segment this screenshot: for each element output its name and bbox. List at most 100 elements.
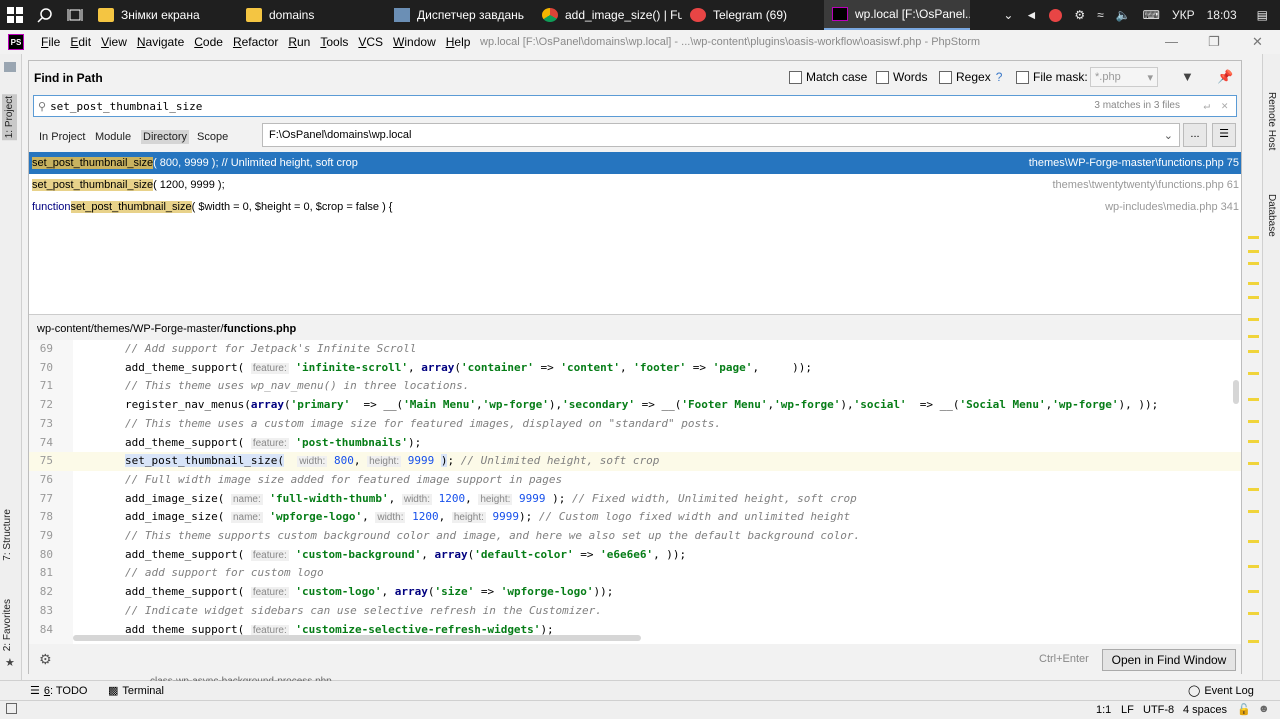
menu-refactor[interactable]: Refactor (228, 35, 283, 49)
indent-setting[interactable]: 4 spaces (1183, 704, 1227, 716)
vertical-scrollbar[interactable] (1233, 380, 1239, 404)
horizontal-scrollbar[interactable] (73, 635, 641, 641)
match-case-checkbox[interactable]: Match case (789, 70, 867, 84)
terminal-tab[interactable]: ▩ Terminal (108, 684, 164, 697)
checkbox-box[interactable] (939, 70, 952, 84)
hidden-editor-tab[interactable]: class-wp-async-background-process.php (150, 675, 332, 681)
taskbar-item-task-manager[interactable]: Диспетчер завдань (386, 0, 534, 30)
phpstorm-logo-icon: PS (8, 34, 24, 50)
checkbox-box[interactable] (876, 70, 889, 84)
scope-module[interactable]: Module (95, 131, 131, 143)
todo-tab[interactable]: ☰ 6: TODO (30, 684, 88, 697)
taskbar-item-label: Telegram (69) (713, 8, 788, 22)
scroll-marker (1248, 420, 1259, 423)
arrow-left-icon[interactable]: ◄ (1025, 8, 1037, 22)
taskbar-item-chrome[interactable]: add_image_size() | Fu... (534, 0, 682, 30)
regex-checkbox[interactable]: Regex? (939, 70, 1002, 84)
result-text: ( 1200, 9999 ); (153, 179, 225, 191)
tool-windows-toggle-icon[interactable] (6, 703, 17, 714)
tab-remote-host[interactable]: Remote Host (1266, 92, 1277, 150)
result-path: themes\WP-Forge-master\functions.php 75 (1028, 157, 1239, 169)
search-input[interactable]: ⚲ set_post_thumbnail_size 3 matches in 3… (33, 95, 1237, 117)
taskbar-item-domains[interactable]: domains (238, 0, 386, 30)
scroll-marker (1248, 612, 1259, 615)
search-query[interactable]: set_post_thumbnail_size (50, 100, 202, 113)
tab-structure[interactable]: 7: Structure (2, 509, 13, 561)
keyboard-icon[interactable]: ⌨ (1143, 8, 1160, 22)
clock[interactable]: 18:03 (1207, 8, 1237, 22)
tab-project[interactable]: 1: Project (2, 94, 17, 141)
menu-navigate[interactable]: Navigate (132, 35, 189, 49)
project-folder-icon[interactable] (4, 62, 16, 72)
file-encoding[interactable]: UTF-8 (1143, 704, 1174, 716)
scope-scope[interactable]: Scope (197, 131, 228, 143)
telegram-icon (690, 8, 706, 22)
line-separator[interactable]: LF (1121, 704, 1134, 716)
taskbar-item-phpstorm[interactable]: wp.local [F:\OsPanel... (824, 0, 970, 30)
menu-tools[interactable]: Tools (315, 35, 353, 49)
tab-favorites[interactable]: 2: Favorites (2, 599, 13, 651)
browse-button[interactable]: ... (1183, 123, 1207, 147)
taskbar-item-telegram[interactable]: Telegram (69) (682, 0, 824, 30)
checkbox-box[interactable] (1016, 70, 1029, 84)
taskbar-item-screenshots[interactable]: Знімки екрана (90, 0, 238, 30)
close-icon[interactable]: ✕ (1252, 34, 1263, 50)
file-mask-label: File mask: (1033, 70, 1088, 84)
open-in-find-window-button[interactable]: Open in Find Window (1102, 649, 1236, 671)
left-tool-strip: 1: Project 7: Structure 2: Favorites ★ (0, 54, 22, 680)
recursive-toggle-icon[interactable]: ☰ (1212, 123, 1236, 147)
notifications-icon[interactable]: ▤ (1257, 8, 1268, 22)
caret-position[interactable]: 1:1 (1096, 704, 1111, 716)
result-row[interactable]: set_post_thumbnail_size( 800, 9999 ); //… (29, 152, 1241, 174)
code-line: 73// This theme uses a custom image size… (29, 415, 1241, 434)
star-icon[interactable]: ★ (5, 656, 15, 669)
task-view-icon[interactable] (60, 0, 90, 30)
scope-directory[interactable]: Directory (141, 130, 190, 144)
clear-icon[interactable]: ✕ (1221, 99, 1228, 112)
file-mask-dropdown[interactable]: *.php ▾ (1090, 67, 1158, 87)
new-line-icon[interactable]: ↵ (1203, 99, 1210, 112)
minimize-icon[interactable]: — (1165, 34, 1178, 49)
menu-edit[interactable]: Edit (65, 35, 96, 49)
file-mask-checkbox[interactable]: File mask: (1016, 70, 1088, 84)
result-match: set_post_thumbnail_size (32, 157, 154, 169)
wifi-icon[interactable]: ≈ (1097, 8, 1104, 22)
tab-database[interactable]: Database (1266, 194, 1277, 237)
search-icon[interactable]: ⚲ (38, 100, 46, 113)
gear-icon[interactable]: ⚙ (39, 651, 52, 668)
code-preview[interactable]: 69// Add support for Jetpack's Infinite … (29, 340, 1241, 644)
menu-window[interactable]: Window (388, 35, 441, 49)
inspector-icon[interactable]: ☻ (1258, 703, 1270, 715)
result-row[interactable]: function set_post_thumbnail_size( $width… (29, 196, 1241, 218)
code-line: 80 add_theme_support( feature: 'custom-ba… (29, 546, 1241, 565)
filter-icon[interactable]: ▼ (1181, 69, 1194, 84)
menu-help[interactable]: Help (441, 35, 476, 49)
search-icon[interactable] (30, 0, 60, 30)
telegram-tray-icon[interactable] (1049, 8, 1063, 22)
result-match: set_post_thumbnail_size (70, 201, 192, 213)
directory-dropdown[interactable]: F:\OsPanel\domains\wp.local ⌄ (262, 123, 1180, 147)
scroll-marker (1248, 350, 1259, 353)
volume-icon[interactable]: 🔈 (1116, 8, 1131, 22)
menu-view[interactable]: View (96, 35, 132, 49)
result-row[interactable]: set_post_thumbnail_size( 1200, 9999 ); t… (29, 174, 1241, 196)
scope-in-project[interactable]: In Project (39, 131, 85, 143)
menu-code[interactable]: Code (189, 35, 228, 49)
words-checkbox[interactable]: Words (876, 70, 927, 84)
regex-help-icon[interactable]: ? (996, 70, 1003, 84)
menu-file[interactable]: File (36, 35, 65, 49)
pin-icon[interactable]: 📌 (1217, 69, 1233, 85)
match-count: 3 matches in 3 files (1094, 100, 1180, 111)
event-log-tab[interactable]: ◯ Event Log (1188, 684, 1254, 697)
lock-icon[interactable]: 🔓 (1237, 703, 1251, 716)
menu-run[interactable]: Run (283, 35, 315, 49)
maximize-icon[interactable]: ❐ (1208, 34, 1220, 50)
chevron-down-icon[interactable]: ⌄ (1003, 8, 1013, 22)
gear-icon[interactable]: ⚙ (1074, 8, 1085, 22)
menu-vcs[interactable]: VCS (353, 35, 388, 49)
windows-start-icon[interactable] (0, 0, 30, 30)
checkbox-box[interactable] (789, 70, 802, 84)
code-line: 78 add_image_size( name: 'wpforge-logo', … (29, 508, 1241, 527)
system-tray: ⌄ ◄ ⚙ ≈ 🔈 ⌨ УКР 18:03 ▤ (1003, 8, 1280, 22)
language-indicator[interactable]: УКР (1172, 8, 1195, 22)
